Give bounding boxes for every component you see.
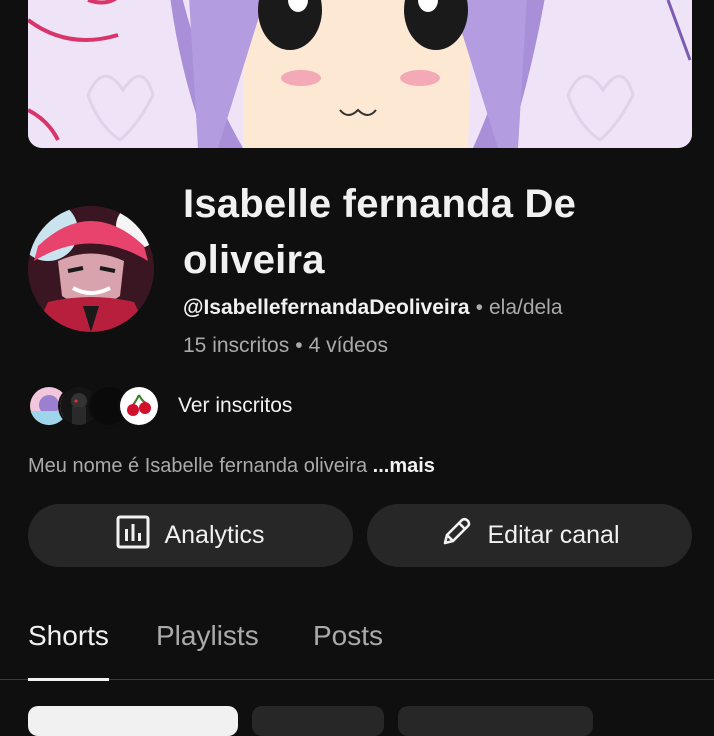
- subscriber-count: 15 inscritos: [183, 334, 290, 357]
- subscribers-preview[interactable]: Ver inscritos: [28, 384, 292, 428]
- channel-pronouns: ela/dela: [488, 296, 563, 319]
- filter-chip[interactable]: [28, 706, 238, 736]
- view-subscribers-link[interactable]: Ver inscritos: [178, 394, 292, 418]
- analytics-label: Analytics: [164, 521, 265, 549]
- separator-dot: •: [475, 296, 483, 319]
- channel-banner: [28, 0, 692, 148]
- analytics-icon: [116, 515, 150, 556]
- video-count: 4 vídeos: [308, 334, 388, 357]
- channel-avatar[interactable]: [28, 206, 154, 332]
- channel-handle[interactable]: @IsabellefernandaDeoliveira: [183, 296, 470, 319]
- channel-name: Isabelle fernanda De oliveira: [183, 182, 577, 282]
- edit-channel-button[interactable]: Editar canal: [367, 504, 692, 567]
- channel-tabs: Shorts Playlists Posts: [0, 600, 714, 681]
- separator-dot: •: [295, 334, 303, 357]
- description-text: Meu nome é Isabelle fernanda oliveira: [28, 455, 368, 477]
- edit-channel-label: Editar canal: [487, 521, 620, 549]
- pencil-icon: [439, 515, 473, 556]
- channel-description[interactable]: Meu nome é Isabelle fernanda oliveira ..…: [28, 455, 435, 478]
- description-more-link[interactable]: ...mais: [373, 455, 435, 477]
- filter-chip[interactable]: [398, 706, 593, 736]
- channel-handle-row: @IsabellefernandaDeoliveira • ela/dela: [183, 296, 563, 320]
- analytics-button[interactable]: Analytics: [28, 504, 353, 567]
- channel-stats: 15 inscritos • 4 vídeos: [183, 334, 388, 358]
- subscriber-avatar: [118, 385, 160, 427]
- filter-chip[interactable]: [252, 706, 384, 736]
- tab-playlists[interactable]: Playlists: [156, 620, 259, 678]
- tab-shorts[interactable]: Shorts: [28, 620, 109, 681]
- tab-posts[interactable]: Posts: [313, 620, 383, 678]
